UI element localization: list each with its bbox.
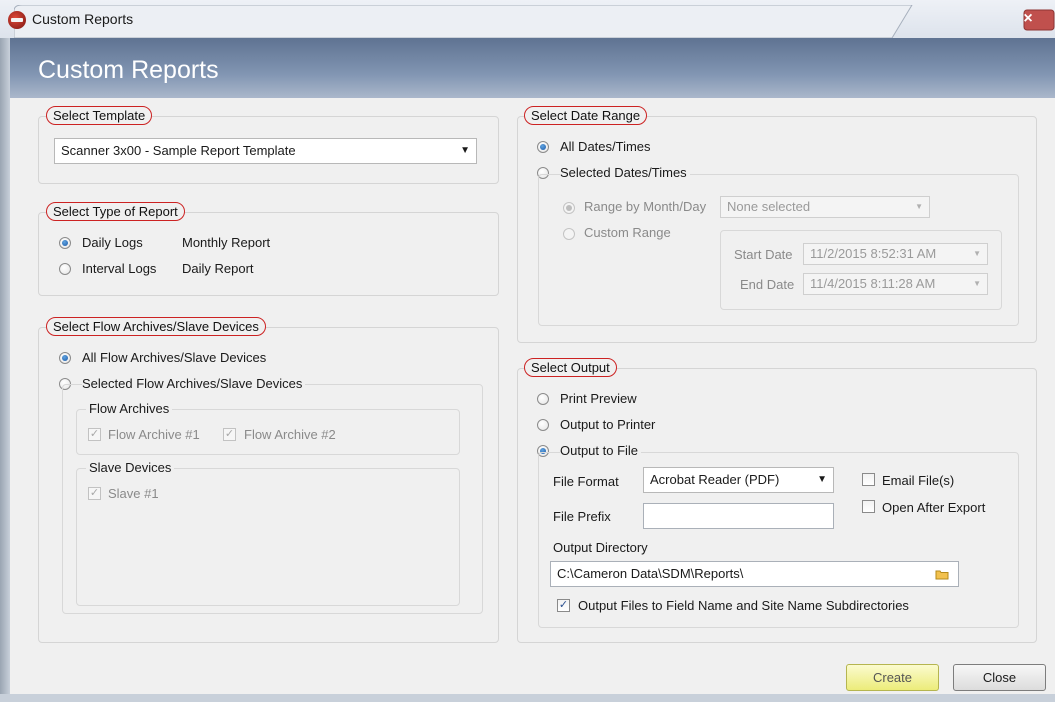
daily-logs-radio[interactable] (59, 237, 71, 249)
chevron-down-icon: ▼ (460, 145, 470, 156)
report-type-legend: Select Type of Report (46, 202, 185, 221)
range-month-label: Range by Month/Day (584, 199, 707, 214)
template-select[interactable]: Scanner 3x00 - Sample Report Template ▼ (54, 138, 477, 164)
email-files-checkbox[interactable] (862, 473, 875, 486)
template-legend: Select Template (46, 106, 153, 125)
output-directory-input[interactable]: C:\Cameron Data\SDM\Reports\ (550, 561, 959, 587)
file-format-value: Acrobat Reader (PDF) (650, 472, 780, 487)
custom-range-radio[interactable] (563, 228, 575, 240)
all-dates-label: All Dates/Times (560, 139, 651, 154)
window-title: Custom Reports (32, 11, 134, 27)
start-date-value: 11/2/2015 8:52:31 AM (810, 246, 937, 261)
date-range-legend: Select Date Range (524, 106, 648, 125)
selected-dates-label: Selected Dates/Times (560, 165, 690, 180)
slave-1-label: Slave #1 (108, 486, 159, 501)
custom-range-box (720, 230, 1002, 310)
start-date-picker[interactable]: 11/2/2015 8:52:31 AM ▼ (803, 243, 988, 265)
all-dates-radio[interactable] (537, 141, 549, 153)
print-preview-radio[interactable] (537, 393, 549, 405)
interval-logs-desc: Daily Report (182, 261, 254, 276)
start-date-label: Start Date (734, 247, 793, 262)
output-file-label: Output to File (560, 443, 642, 458)
end-date-value: 11/4/2015 8:11:28 AM (810, 276, 936, 291)
report-type-group (38, 212, 499, 296)
file-format-select[interactable]: Acrobat Reader (PDF) ▼ (643, 467, 834, 493)
open-after-export-label: Open After Export (882, 500, 986, 515)
file-prefix-label: File Prefix (553, 509, 611, 524)
close-button[interactable]: Close (953, 664, 1046, 691)
chevron-down-icon: ▼ (915, 202, 923, 211)
template-select-value: Scanner 3x00 - Sample Report Template (61, 143, 296, 158)
email-files-label: Email File(s) (882, 473, 955, 488)
end-date-label: End Date (740, 277, 795, 292)
app-logo-icon (8, 11, 26, 29)
interval-logs-label: Interval Logs (82, 261, 157, 276)
flow-archives-legend: Flow Archives (86, 401, 173, 416)
window-border-left (0, 38, 10, 702)
print-preview-label: Print Preview (560, 391, 637, 406)
slave-1-checkbox[interactable]: ✓ (88, 487, 101, 500)
page-title: Custom Reports (38, 56, 219, 84)
window-close-icon[interactable]: × (1018, 10, 1038, 28)
output-legend: Select Output (524, 358, 617, 377)
subdirectories-label: Output Files to Field Name and Site Name… (578, 598, 909, 613)
range-month-radio[interactable] (563, 202, 575, 214)
flow-archive-1-label: Flow Archive #1 (108, 427, 200, 442)
range-month-value: None selected (727, 199, 811, 214)
subdirectories-checkbox[interactable]: ✓ (557, 599, 570, 612)
flow-archive-1-checkbox[interactable]: ✓ (88, 428, 101, 441)
open-after-export-checkbox[interactable] (862, 500, 875, 513)
custom-range-label: Custom Range (584, 225, 671, 240)
output-printer-label: Output to Printer (560, 417, 656, 432)
interval-logs-radio[interactable] (59, 263, 71, 275)
output-printer-radio[interactable] (537, 419, 549, 431)
create-button[interactable]: Create (846, 664, 939, 691)
folder-browse-icon[interactable] (935, 568, 949, 580)
range-month-select[interactable]: None selected ▼ (720, 196, 930, 218)
chevron-down-icon: ▼ (817, 474, 827, 485)
daily-logs-label: Daily Logs (82, 235, 143, 250)
chevron-down-icon: ▼ (973, 279, 981, 288)
flow-legend: Select Flow Archives/Slave Devices (46, 317, 266, 336)
chevron-down-icon: ▼ (973, 249, 981, 258)
file-format-label: File Format (553, 474, 619, 489)
flow-archive-2-checkbox[interactable]: ✓ (223, 428, 236, 441)
daily-logs-desc: Monthly Report (182, 235, 271, 250)
titlebar-shape (14, 5, 1055, 38)
slave-devices-legend: Slave Devices (86, 460, 175, 475)
end-date-picker[interactable]: 11/4/2015 8:11:28 AM ▼ (803, 273, 988, 295)
output-directory-label: Output Directory (553, 540, 648, 555)
all-flow-label: All Flow Archives/Slave Devices (82, 350, 267, 365)
window-border-bottom (0, 694, 1055, 702)
file-prefix-input[interactable] (643, 503, 834, 529)
flow-archive-2-label: Flow Archive #2 (244, 427, 336, 442)
selected-flow-label: Selected Flow Archives/Slave Devices (82, 376, 306, 391)
output-directory-value: C:\Cameron Data\SDM\Reports\ (557, 566, 744, 581)
all-flow-radio[interactable] (59, 352, 71, 364)
